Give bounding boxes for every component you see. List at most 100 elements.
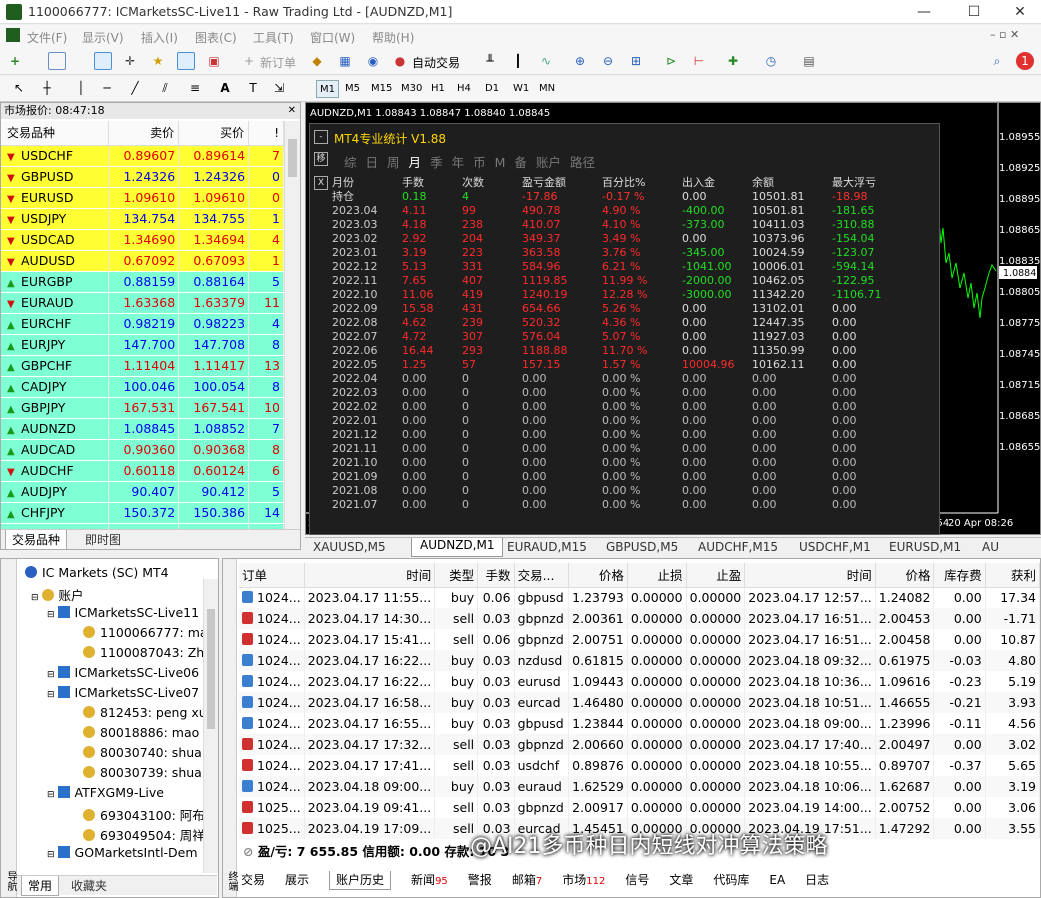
nav-server[interactable]: ⊟ ICMarketsSC-Live11 [47,605,199,620]
stats-tab[interactable]: 综 [344,155,357,170]
tf-m30[interactable]: M30 [398,80,425,98]
stats-close-button[interactable]: X [314,176,328,190]
maximize-button[interactable]: ☐ [954,2,994,22]
market-row-audusd[interactable]: ▼ AUDUSD 0.67092 0.67093 1 [1,250,284,272]
terminal-col-header[interactable]: 时间 [304,563,436,588]
symbol-cell[interactable]: ▲ AUDNZD [1,418,110,440]
chart-tab[interactable]: GBPUSD,M5 [606,540,678,554]
nav-root[interactable]: IC Markets (SC) MT4 [25,565,169,580]
chart-tab[interactable]: EURAUD,M15 [507,540,587,554]
symbol-cell[interactable]: ▼ GBPUSD [1,166,110,188]
stats-tab[interactable]: 币 [473,155,486,170]
symbol-cell[interactable]: ▼ EURAUD [1,292,110,314]
tf-mn[interactable]: MN [536,80,558,98]
nav-account[interactable]: 693043100: 阿布 [83,805,205,824]
symbol-cell[interactable]: ▲ GBPJPY [1,397,110,419]
tree-toggle-icon[interactable]: ⊟ [47,670,55,680]
navigator-icon[interactable]: ★ [149,52,167,70]
terminal-col-header[interactable]: 类型 [434,563,479,588]
terminal-tab[interactable]: 账户历史 [329,871,392,890]
col-symbol[interactable]: 交易品种 [1,121,110,146]
market-row-audnzd[interactable]: ▲ AUDNZD 1.08845 1.08852 7 [1,418,284,440]
order-row[interactable]: 1024... 2023.04.17 16:55... buy 0.03 gbpusd 1… [239,713,1041,734]
terminal-col-header[interactable]: 库存费 [933,563,986,588]
col-bid[interactable]: 卖价 [108,121,180,146]
terminal-tab[interactable]: 新闻95 [411,873,448,887]
nav-account[interactable]: 1100066777: ma [83,625,208,640]
periods-icon[interactable]: ◷ [762,52,780,70]
nav-server[interactable]: ⊟ ICMarketsSC-Live07 [47,685,199,700]
market-row-chfjpy[interactable]: ▲ CHFJPY 150.372 150.386 14 [1,502,284,524]
symbol-cell[interactable]: ▼ USDJPY [1,208,110,230]
market-watch-scrollbar[interactable] [284,121,300,531]
order-row[interactable]: 1024... 2023.04.17 14:30... sell 0.03 gbpnzd… [239,608,1041,629]
nav-accounts[interactable]: ⊟ 账户 [31,585,84,604]
cursor-icon[interactable]: ↖ [10,79,28,97]
order-row[interactable]: 1024... 2023.04.17 11:55... buy 0.06 gbpusd 1… [239,587,1041,608]
market-row-gbpusd[interactable]: ▼ GBPUSD 1.24326 1.24326 0 [1,166,284,188]
terminal-col-header[interactable]: 订单 [239,563,305,588]
symbol-cell[interactable]: ▲ EURJPY [1,334,110,356]
symbol-cell[interactable]: ▲ GBPCHF [1,355,110,377]
tf-h4[interactable]: H4 [454,80,474,98]
market-row-gbpjpy[interactable]: ▲ GBPJPY 167.531 167.541 10 [1,397,284,419]
terminal-tab[interactable]: 文章 [669,873,693,887]
chart-tab[interactable]: AUDNZD,M1 [411,538,504,557]
menu-file[interactable]: 文件(F) [27,29,67,46]
terminal-col-header[interactable]: 手数 [477,563,515,588]
horizontal-line-icon[interactable]: ─ [98,79,116,97]
symbol-cell[interactable]: ▼ AUDUSD [1,250,110,272]
zoom-in-icon[interactable]: ⊕ [571,52,589,70]
market-row-usdcad[interactable]: ▼ USDCAD 1.34690 1.34694 4 [1,229,284,251]
tf-m15[interactable]: M15 [368,80,395,98]
order-row[interactable]: 1024... 2023.04.17 17:32... sell 0.03 gbpnzd… [239,734,1041,755]
symbol-cell[interactable]: ▼ USDCHF [1,145,110,167]
close-button[interactable]: ✕ [1000,2,1040,22]
stats-panel[interactable]: - MT4专业统计 V1.88 移 X 综日周月季年币 M 备账户 路径 月份 手数 次数… [309,123,940,535]
navigator-scrollbar[interactable] [203,579,218,873]
scrollbar-thumb[interactable] [288,139,297,177]
strategy-tester-icon[interactable]: ▣ [205,52,223,70]
order-row[interactable]: 1024... 2023.04.17 16:22... buy 0.03 nzdusd 0… [239,650,1041,671]
tree-toggle-icon[interactable]: ⊟ [47,790,55,800]
chart-tab[interactable]: XAUUSD,M5 [313,540,386,554]
terminal-tab[interactable]: 交易 [241,873,265,887]
menu-view[interactable]: 显示(V) [82,29,124,46]
search-icon[interactable]: ⌕ [988,52,1006,70]
market-row-usdchf[interactable]: ▼ USDCHF 0.89607 0.89614 7 [1,145,284,167]
zoom-out-icon[interactable]: ⊖ [599,52,617,70]
vertical-line-icon[interactable]: │ [72,79,90,97]
col-spread[interactable]: ! [248,121,284,146]
panel-close-icon[interactable]: ✕ [288,103,296,119]
market-row-eurgbp[interactable]: ▲ EURGBP 0.88159 0.88164 5 [1,271,284,293]
stats-tab[interactable]: 周 [387,155,400,170]
tree-toggle-icon[interactable]: ⊟ [47,850,55,860]
collapse-icon[interactable]: ⊟ [31,593,39,603]
stats-tab[interactable]: 账户 [536,155,561,170]
order-row[interactable]: 1024... 2023.04.17 15:41... sell 0.06 gbpnzd… [239,629,1041,650]
order-row[interactable]: 1025... 2023.04.19 09:41... sell 0.03 gbpnzd… [239,797,1041,818]
terminal-col-header[interactable]: 时间 [744,563,876,588]
market-row-eurchf[interactable]: ▲ EURCHF 0.98219 0.98223 4 [1,313,284,335]
menu-tools[interactable]: 工具(T) [253,29,294,46]
stats-tab[interactable]: M [495,155,506,170]
chart-window[interactable]: AUDNZD,M1 1.08843 1.08847 1.08840 1.0884… [305,102,1041,535]
order-row[interactable]: 1024... 2023.04.17 17:41... sell 0.03 usdchf… [239,755,1041,776]
market-row-eurjpy[interactable]: ▲ EURJPY 147.700 147.708 8 [1,334,284,356]
market-row-euraud[interactable]: ▼ EURAUD 1.63368 1.63379 11 [1,292,284,314]
candlestick-icon[interactable]: ┃ [509,52,527,70]
data-window-icon[interactable]: ✛ [121,52,139,70]
nav-server[interactable]: ⊟ ICMarketsSC-Live06 [47,665,199,680]
symbol-cell[interactable]: ▲ CADJPY [1,376,110,398]
line-chart-icon[interactable]: ∿ [537,52,555,70]
terminal-col-header[interactable]: 交易... [514,563,570,588]
chart-tab[interactable]: AU [982,540,999,554]
order-row[interactable]: 1024... 2023.04.17 16:22... buy 0.03 eurusd 1… [239,671,1041,692]
tf-w1[interactable]: W1 [510,80,532,98]
arrows-icon[interactable]: ⇲ [270,79,288,97]
symbol-cell[interactable]: ▼ USDCAD [1,229,110,251]
chart-tab[interactable]: AUDCHF,M15 [698,540,778,554]
symbol-cell[interactable]: ▲ EURCHF [1,313,110,335]
notification-bell-icon[interactable]: 1 [1016,52,1034,70]
terminal-tab[interactable]: EA [769,873,785,887]
